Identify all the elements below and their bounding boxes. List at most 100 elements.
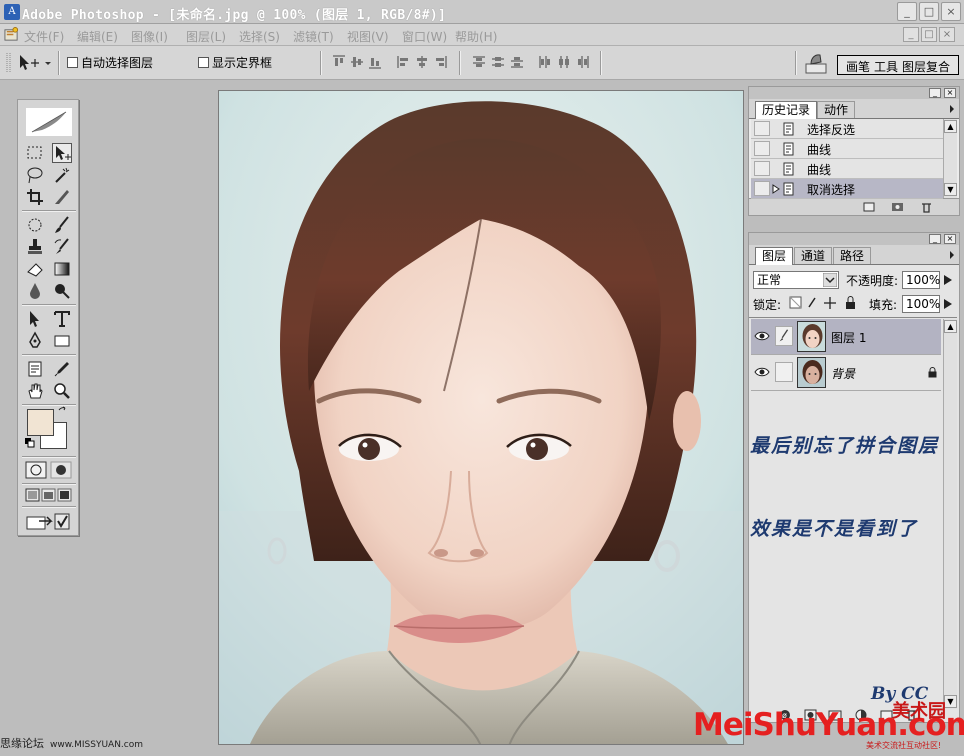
shape-tool[interactable] xyxy=(52,331,72,351)
history-footer-icons[interactable] xyxy=(862,201,952,213)
blur-tool[interactable] xyxy=(25,281,45,301)
path-select-tool[interactable] xyxy=(25,309,45,329)
history-collapse-button[interactable]: _ xyxy=(929,88,941,98)
layer-name[interactable]: 背景 xyxy=(831,365,855,382)
scroll-up-button[interactable]: ▲ xyxy=(944,320,957,333)
distribute-bottom-icon[interactable] xyxy=(510,55,524,69)
layers-collapse-button[interactable]: _ xyxy=(929,234,941,244)
layer-row[interactable]: 背景 xyxy=(751,355,941,391)
close-button[interactable]: × xyxy=(941,2,961,21)
lasso-tool[interactable] xyxy=(25,165,45,185)
tab-history[interactable]: 历史记录 xyxy=(755,101,818,119)
scroll-down-button[interactable]: ▼ xyxy=(944,183,957,196)
healing-brush-tool[interactable] xyxy=(25,215,45,235)
layer-brush-indicator[interactable] xyxy=(775,326,793,346)
pen-tool[interactable] xyxy=(25,331,45,351)
history-snapshot-box[interactable] xyxy=(754,141,770,156)
tab-actions[interactable]: 动作 xyxy=(817,101,856,119)
distribute-vcenter-icon[interactable] xyxy=(491,55,505,69)
history-snapshot-box[interactable] xyxy=(754,121,770,136)
history-close-button[interactable]: × xyxy=(944,88,956,98)
feather-logo-icon[interactable] xyxy=(26,108,72,136)
layer-name[interactable]: 图层 1 xyxy=(831,329,866,346)
tab-paths[interactable]: 路径 xyxy=(833,247,872,265)
distribute-left-icon[interactable] xyxy=(538,55,552,69)
blend-mode-select[interactable]: 正常 xyxy=(753,271,839,289)
stamp-tool[interactable] xyxy=(25,237,45,257)
doc-close-button[interactable]: × xyxy=(939,27,955,42)
distribute-hcenter-icon[interactable] xyxy=(557,55,571,69)
doc-restore-button[interactable]: □ xyxy=(921,27,937,42)
layer-thumbnail[interactable] xyxy=(797,357,826,388)
show-bounds-checkbox[interactable] xyxy=(198,57,209,68)
layers-menu-arrow-icon[interactable] xyxy=(948,250,956,260)
menu-help[interactable]: 帮助(H) xyxy=(455,28,497,45)
history-scrollbar[interactable]: ▲ ▼ xyxy=(943,119,957,198)
menu-layer[interactable]: 图层(L) xyxy=(186,28,226,45)
history-item[interactable]: 曲线 xyxy=(751,159,943,179)
align-bottom-icon[interactable] xyxy=(368,55,382,69)
layers-scrollbar[interactable]: ▲ ▼ xyxy=(943,319,957,709)
foreground-color-swatch[interactable] xyxy=(27,409,54,436)
opacity-input[interactable]: 100% xyxy=(902,271,940,289)
crop-tool[interactable] xyxy=(25,187,45,207)
layer-row[interactable]: 图层 1 xyxy=(751,319,941,355)
palette-well-comps-tab[interactable]: 图层复合 xyxy=(902,58,950,75)
distribute-right-icon[interactable] xyxy=(576,55,590,69)
hand-tool[interactable] xyxy=(25,381,45,401)
menu-file[interactable]: 文件(F) xyxy=(24,28,64,45)
history-item[interactable]: 曲线 xyxy=(751,139,943,159)
layer-link-box[interactable] xyxy=(775,362,793,382)
palette-well-tools-tab[interactable]: 工具 xyxy=(874,58,898,75)
auto-select-checkbox[interactable] xyxy=(67,57,78,68)
menu-window[interactable]: 窗口(W) xyxy=(402,28,447,45)
move-tool[interactable] xyxy=(52,143,72,163)
slice-tool[interactable] xyxy=(52,187,72,207)
align-top-icon[interactable] xyxy=(332,55,346,69)
type-tool[interactable] xyxy=(52,309,72,329)
layers-close-button[interactable]: × xyxy=(944,234,956,244)
jump-to-imageready-icon[interactable] xyxy=(25,511,73,531)
brush-palette-icon[interactable] xyxy=(803,50,829,76)
distribute-top-icon[interactable] xyxy=(472,55,486,69)
history-snapshot-box[interactable] xyxy=(754,181,770,196)
marquee-tool[interactable] xyxy=(25,143,45,163)
notes-tool[interactable] xyxy=(25,359,45,379)
menu-image[interactable]: 图像(I) xyxy=(131,28,168,45)
document-canvas[interactable] xyxy=(218,90,744,745)
tab-channels[interactable]: 通道 xyxy=(794,247,833,265)
default-colors-icon[interactable] xyxy=(25,438,35,448)
menu-select[interactable]: 选择(S) xyxy=(239,28,280,45)
eye-icon[interactable] xyxy=(754,329,770,343)
history-item-selected[interactable]: 取消选择 xyxy=(751,179,943,199)
menu-view[interactable]: 视图(V) xyxy=(347,28,389,45)
magic-wand-tool[interactable] xyxy=(52,165,72,185)
maximize-button[interactable]: □ xyxy=(919,2,939,21)
options-grip[interactable] xyxy=(6,51,12,75)
align-vcenter-icon[interactable] xyxy=(350,55,364,69)
screen-mode-buttons[interactable] xyxy=(25,488,73,502)
tab-layers[interactable]: 图层 xyxy=(755,247,794,265)
fill-input[interactable]: 100% xyxy=(902,295,940,313)
history-menu-arrow-icon[interactable] xyxy=(948,104,956,114)
align-right-icon[interactable] xyxy=(433,55,447,69)
dodge-tool[interactable] xyxy=(52,281,72,301)
palette-well-brushes-tab[interactable]: 画笔 xyxy=(846,58,870,75)
scroll-up-button[interactable]: ▲ xyxy=(944,120,957,133)
brush-tool[interactable] xyxy=(52,215,72,235)
doc-minimize-button[interactable]: _ xyxy=(903,27,919,42)
history-snapshot-box[interactable] xyxy=(754,161,770,176)
history-brush-tool[interactable] xyxy=(52,237,72,257)
align-hcenter-icon[interactable] xyxy=(415,55,429,69)
eye-icon[interactable] xyxy=(754,365,770,379)
gradient-tool[interactable] xyxy=(52,259,72,279)
document-icon[interactable] xyxy=(4,27,19,42)
eyedropper-tool[interactable] xyxy=(52,359,72,379)
align-left-icon[interactable] xyxy=(397,55,411,69)
swap-colors-icon[interactable] xyxy=(57,406,69,418)
layer-thumbnail[interactable] xyxy=(797,321,826,352)
menu-edit[interactable]: 编辑(E) xyxy=(77,28,118,45)
fill-arrow-icon[interactable] xyxy=(942,297,954,311)
menu-filter[interactable]: 滤镜(T) xyxy=(293,28,334,45)
photoshop-app-icon[interactable]: A xyxy=(4,4,20,20)
